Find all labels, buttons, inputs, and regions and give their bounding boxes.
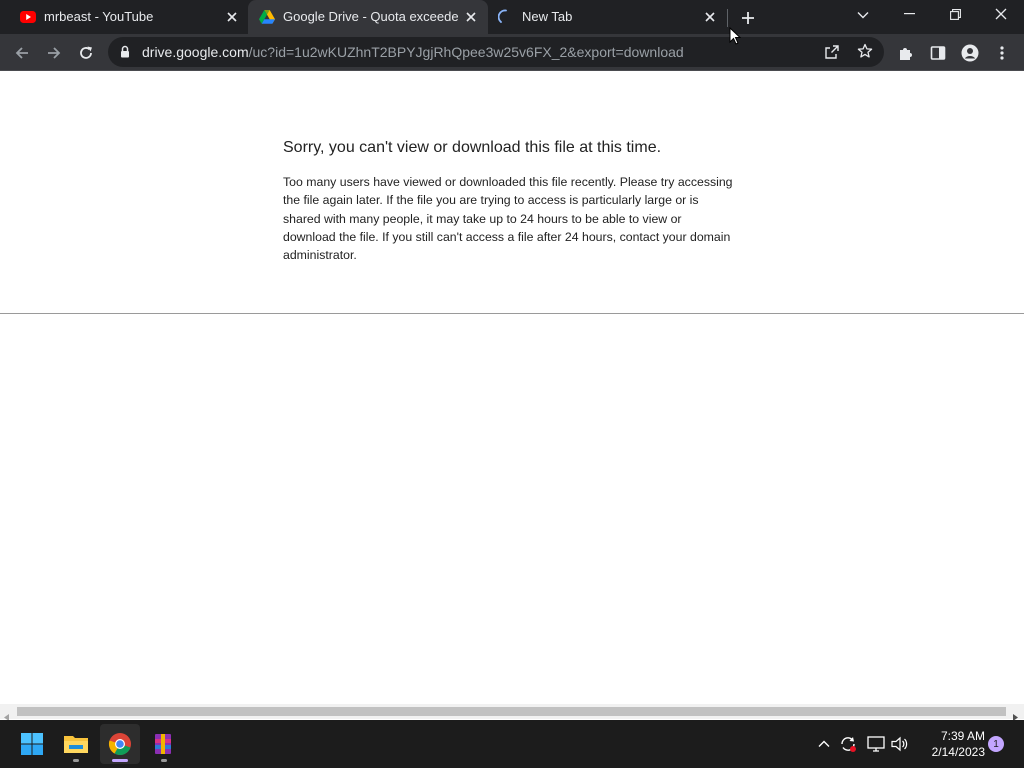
taskbar: 7:39 AM 2/14/2023	[0, 720, 1024, 768]
clock-time: 7:39 AM	[940, 729, 985, 743]
scroll-right-arrow-icon[interactable]	[1013, 708, 1020, 721]
error-message: Sorry, you can't view or download this f…	[283, 138, 733, 264]
error-title: Sorry, you can't view or download this f…	[283, 139, 662, 156]
horizontal-scrollbar[interactable]	[0, 704, 1024, 721]
close-window-button[interactable]	[990, 5, 1012, 23]
volume-speaker-icon[interactable]	[888, 732, 912, 756]
restore-window-button[interactable]	[944, 6, 966, 22]
tab-separator	[727, 9, 728, 27]
winrar-icon[interactable]	[144, 724, 184, 764]
side-panel-icon[interactable]	[925, 40, 951, 66]
new-tab-button[interactable]	[738, 8, 758, 28]
scroll-left-arrow-icon[interactable]	[4, 708, 11, 721]
minimize-window-button[interactable]	[898, 6, 920, 22]
tab-youtube[interactable]: mrbeast - YouTube	[8, 0, 248, 34]
tab-new-tab[interactable]: New Tab	[488, 0, 728, 34]
address-bar[interactable]: drive.google.com/uc?id=1u2wKUZhnT2BPYJgj…	[108, 37, 884, 67]
loading-spinner-icon	[497, 9, 514, 25]
forward-arrow-icon[interactable]	[41, 40, 67, 66]
tab-title: mrbeast - YouTube	[44, 9, 154, 24]
browser-toolbar: drive.google.com/uc?id=1u2wKUZhnT2BPYJgj…	[0, 34, 1024, 71]
tab-search-chevron-down-icon[interactable]	[853, 7, 873, 23]
file-explorer-icon[interactable]	[56, 724, 96, 764]
system-clock[interactable]: 7:39 AM 2/14/2023	[915, 728, 985, 760]
back-arrow-icon[interactable]	[9, 40, 35, 66]
tab-google-drive[interactable]: Google Drive - Quota exceeded	[248, 0, 488, 34]
active-indicator	[112, 759, 128, 762]
network-icon[interactable]	[864, 732, 888, 756]
windows-start-icon[interactable]	[12, 724, 52, 764]
share-icon[interactable]	[824, 44, 842, 60]
close-tab-icon[interactable]	[463, 9, 479, 25]
url-host: drive.google.com	[142, 44, 249, 60]
sync-update-icon[interactable]	[836, 732, 860, 756]
error-body: Too many users have viewed or downloaded…	[283, 175, 733, 263]
extensions-puzzle-icon[interactable]	[893, 40, 919, 66]
tab-title: New Tab	[522, 9, 573, 24]
show-hidden-icons-chevron-up-icon[interactable]	[812, 732, 836, 756]
close-tab-icon[interactable]	[702, 9, 718, 25]
url-path: /uc?id=1u2wKUZhnT2BPYJgjRhQpee3w25v6FX_2…	[248, 44, 684, 60]
url-text[interactable]: drive.google.com/uc?id=1u2wKUZhnT2BPYJgj…	[142, 44, 684, 60]
profile-avatar-icon[interactable]	[957, 40, 983, 66]
youtube-icon	[20, 10, 36, 24]
reload-icon[interactable]	[73, 40, 99, 66]
close-tab-icon[interactable]	[224, 9, 240, 25]
scrollbar-thumb[interactable]	[17, 707, 1006, 716]
running-indicator	[161, 759, 167, 762]
page-content: Sorry, you can't view or download this f…	[0, 71, 1024, 704]
mouse-cursor-icon	[729, 26, 742, 50]
page-divider	[0, 313, 1024, 314]
tab-strip: mrbeast - YouTube Google Drive - Quota e…	[0, 0, 1024, 34]
running-indicator	[73, 759, 79, 762]
lock-icon[interactable]	[120, 45, 130, 58]
clock-date: 2/14/2023	[931, 745, 985, 759]
google-drive-icon	[259, 10, 275, 24]
notification-badge[interactable]: 1	[988, 736, 1004, 752]
tab-title: Google Drive - Quota exceeded	[283, 9, 458, 24]
bookmark-star-icon[interactable]	[857, 43, 875, 61]
menu-kebab-icon[interactable]	[989, 40, 1015, 66]
chrome-icon[interactable]	[100, 724, 140, 764]
